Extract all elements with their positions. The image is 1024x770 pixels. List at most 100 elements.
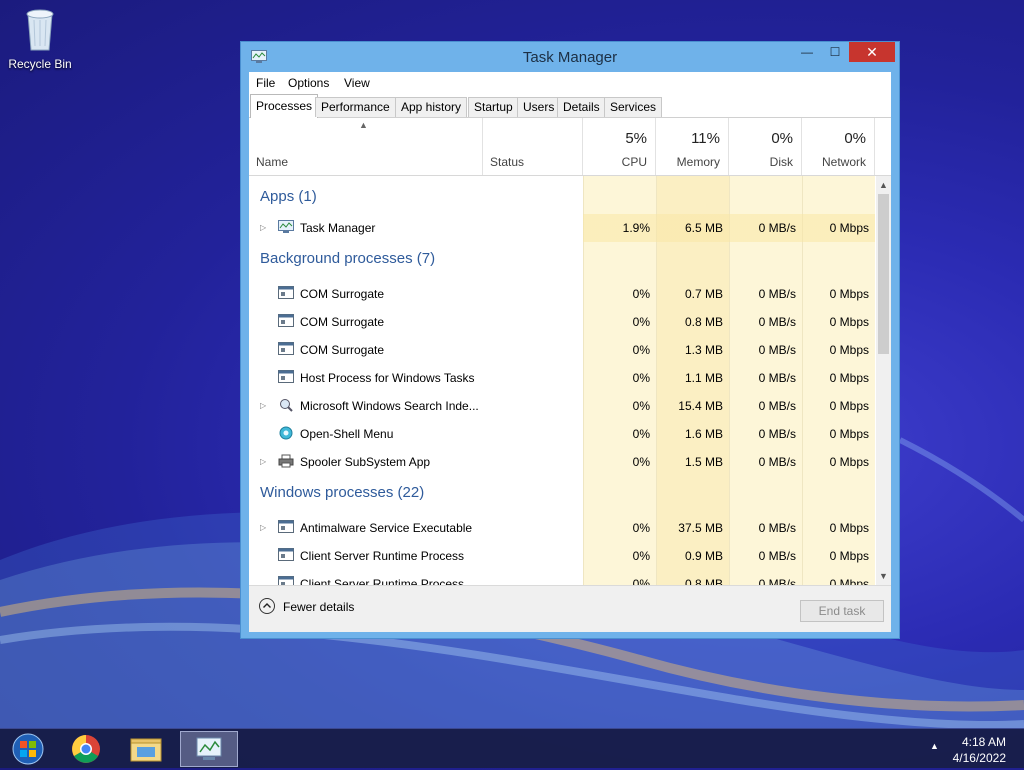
- group-title: Apps (1): [260, 188, 317, 205]
- system-clock[interactable]: 4:18 AM 4/16/2022: [953, 734, 1006, 766]
- table-row[interactable]: COM Surrogate 0% 0.7 MB 0 MB/s 0 Mbps: [249, 280, 875, 308]
- process-network: 0 Mbps: [829, 549, 869, 563]
- column-label-network: Network: [821, 155, 866, 169]
- fewer-details-label: Fewer details: [283, 600, 355, 614]
- scroll-up-icon[interactable]: ▲: [876, 178, 891, 192]
- expand-chevron-icon[interactable]: ▷: [260, 457, 266, 466]
- sort-up-icon: ▲: [359, 120, 368, 130]
- process-cpu: 0%: [632, 315, 650, 329]
- memory-total: 11%: [691, 130, 720, 147]
- process-disk: 0 MB/s: [758, 315, 796, 329]
- clock-time: 4:18 AM: [961, 735, 1006, 749]
- process-memory: 1.1 MB: [684, 371, 723, 385]
- process-cpu: 0%: [632, 577, 650, 585]
- process-memory: 1.6 MB: [684, 427, 723, 441]
- process-network: 0 Mbps: [829, 521, 869, 535]
- process-network: 0 Mbps: [829, 455, 869, 469]
- scroll-down-icon[interactable]: ▼: [876, 569, 891, 583]
- tab-details[interactable]: Details: [557, 97, 606, 117]
- menu-bar: File Options View: [249, 72, 891, 94]
- process-disk: 0 MB/s: [758, 427, 796, 441]
- maximize-button[interactable]: ☐: [821, 42, 849, 62]
- column-label-status: Status: [490, 155, 525, 169]
- column-header-status[interactable]: Status: [483, 118, 583, 175]
- taskbar: ▲ 4:18 AM 4/16/2022: [0, 728, 1024, 768]
- group-header[interactable]: Background processes (7): [249, 242, 875, 280]
- process-memory: 0.8 MB: [684, 315, 723, 329]
- process-disk: 0 MB/s: [758, 521, 796, 535]
- table-row[interactable]: Host Process for Windows Tasks 0% 1.1 MB 0 …: [249, 364, 875, 392]
- group-header[interactable]: Windows processes (22): [249, 476, 875, 514]
- table-row[interactable]: Client Server Runtime Process 0% 0.9 MB 0 M…: [249, 542, 875, 570]
- column-header-name[interactable]: ▲ Name: [249, 118, 483, 175]
- close-button[interactable]: ✕: [849, 42, 895, 62]
- process-name: Client Server Runtime Process: [300, 577, 465, 585]
- scrollbar-thumb[interactable]: [878, 194, 889, 354]
- table-row[interactable]: ▷ Task Manager 1.9% 6.5 MB 0 MB/s 0 Mbps: [249, 214, 875, 242]
- column-header-memory[interactable]: 11% Memory: [656, 118, 729, 175]
- table-row[interactable]: ▷ Antimalware Service Executable 0% 37.5 MB…: [249, 514, 875, 542]
- vertical-scrollbar[interactable]: ▲ ▼: [876, 176, 891, 585]
- start-orb-icon: [12, 733, 44, 765]
- group-header[interactable]: Apps (1): [249, 180, 875, 218]
- process-cpu: 0%: [632, 399, 650, 413]
- process-disk: 0 MB/s: [758, 221, 796, 235]
- desktop-icon-recycle-bin[interactable]: Recycle Bin: [4, 6, 76, 71]
- tab-startup[interactable]: Startup: [468, 97, 519, 117]
- table-row[interactable]: COM Surrogate 0% 0.8 MB 0 MB/s 0 Mbps: [249, 308, 875, 336]
- end-task-button[interactable]: End task: [800, 600, 884, 622]
- process-disk: 0 MB/s: [758, 577, 796, 585]
- expand-chevron-icon[interactable]: ▷: [260, 401, 266, 410]
- tab-users[interactable]: Users: [517, 97, 561, 117]
- process-cpu: 1.9%: [622, 221, 650, 235]
- process-disk: 0 MB/s: [758, 399, 796, 413]
- tab-processes[interactable]: Processes: [250, 94, 319, 118]
- chevron-up-circle-icon: [259, 598, 275, 614]
- process-disk: 0 MB/s: [758, 343, 796, 357]
- taskbar-file-explorer[interactable]: [120, 731, 172, 767]
- recycle-bin-icon: [26, 9, 54, 51]
- process-memory: 0.8 MB: [684, 577, 723, 585]
- process-cpu: 0%: [632, 427, 650, 441]
- process-memory: 6.5 MB: [684, 221, 723, 235]
- table-row[interactable]: Open-Shell Menu 0% 1.6 MB 0 MB/s 0 Mbps: [249, 420, 875, 448]
- process-window-icon: [278, 342, 294, 355]
- tab-strip: Processes Performance App history Startu…: [249, 94, 891, 118]
- column-header-disk[interactable]: 0% Disk: [729, 118, 802, 175]
- table-row[interactable]: ▷ Microsoft Windows Search Inde... 0% 15.4 …: [249, 392, 875, 420]
- task-manager-icon: [196, 737, 222, 760]
- menu-file[interactable]: File: [256, 76, 275, 90]
- column-label-memory: Memory: [676, 155, 720, 169]
- process-memory: 1.5 MB: [684, 455, 723, 469]
- process-memory: 0.9 MB: [684, 549, 723, 563]
- table-row[interactable]: COM Surrogate 0% 1.3 MB 0 MB/s 0 Mbps: [249, 336, 875, 364]
- expand-chevron-icon[interactable]: ▷: [260, 523, 266, 532]
- process-network: 0 Mbps: [829, 577, 869, 585]
- cpu-total: 5%: [625, 130, 647, 147]
- title-bar[interactable]: Task Manager — ☐ ✕: [241, 42, 899, 72]
- process-name: Open-Shell Menu: [300, 427, 394, 441]
- column-header-cpu[interactable]: 5% CPU: [583, 118, 656, 175]
- tab-services[interactable]: Services: [604, 97, 663, 117]
- taskbar-chrome[interactable]: [60, 731, 112, 767]
- start-button[interactable]: [2, 731, 54, 767]
- process-window-icon: [278, 286, 294, 299]
- expand-chevron-icon[interactable]: ▷: [260, 223, 266, 232]
- tab-performance[interactable]: Performance: [315, 97, 396, 117]
- tab-app-history[interactable]: App history: [395, 97, 468, 117]
- process-disk: 0 MB/s: [758, 455, 796, 469]
- desktop-icon-label: Recycle Bin: [8, 57, 72, 71]
- process-name: COM Surrogate: [300, 287, 385, 301]
- minimize-button[interactable]: —: [793, 42, 821, 62]
- menu-options[interactable]: Options: [288, 76, 329, 90]
- taskbar-task-manager[interactable]: [180, 731, 238, 767]
- menu-view[interactable]: View: [344, 76, 370, 90]
- process-disk: 0 MB/s: [758, 287, 796, 301]
- tray-chevron-up-icon[interactable]: ▲: [930, 741, 939, 751]
- column-header-network[interactable]: 0% Network: [802, 118, 875, 175]
- disk-total: 0%: [771, 130, 793, 147]
- process-network: 0 Mbps: [829, 427, 869, 441]
- clock-date: 4/16/2022: [952, 751, 1006, 765]
- table-row[interactable]: ▷ Spooler SubSystem App 0% 1.5 MB 0 MB/s 0 Mb…: [249, 448, 875, 476]
- table-row[interactable]: Client Server Runtime Process 0% 0.8 MB 0 M…: [249, 570, 875, 585]
